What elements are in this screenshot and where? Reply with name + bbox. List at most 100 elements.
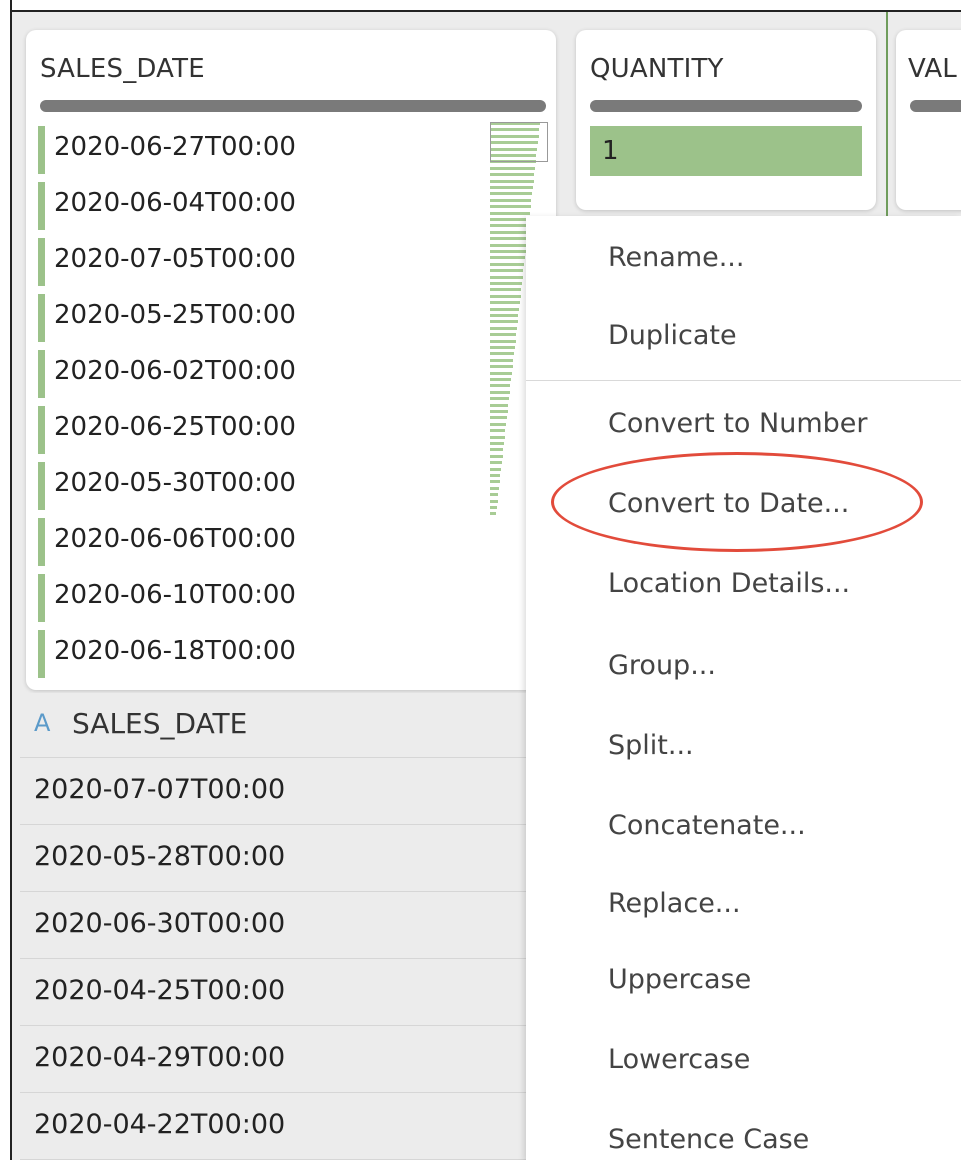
- sparkline-bar: [490, 506, 497, 509]
- table-cell: 2020-04-25T00:00: [34, 975, 286, 1006]
- table-row[interactable]: 2020-06-30T00:00: [20, 892, 526, 959]
- sparkline-bar: [490, 320, 518, 324]
- sales-date-column-card[interactable]: SALES_DATE 2020-06-27T00:00 2020-06-04T0…: [26, 30, 556, 690]
- sparkline-bar: [490, 186, 533, 189]
- sparkline-bar: [490, 371, 512, 375]
- menu-item-uppercase[interactable]: Uppercase: [608, 964, 751, 995]
- sparkline-bar: [490, 250, 526, 253]
- sparkline-bar: [490, 493, 499, 497]
- sparkline-bar: [490, 410, 508, 413]
- sparkline-bar: [490, 288, 522, 292]
- sparkline-bar: [490, 486, 499, 490]
- sparkline-bar: [490, 282, 522, 285]
- value-label: 2020-06-10T00:00: [54, 580, 296, 610]
- sparkline-bar: [490, 314, 519, 317]
- menu-item-convert-to-number[interactable]: Convert to Number: [608, 408, 868, 439]
- sparkline-bar: [490, 230, 528, 234]
- sparkline-bar: [490, 358, 514, 362]
- table-cell: 2020-06-30T00:00: [34, 908, 286, 939]
- sparkline-viewport-box[interactable]: [490, 122, 548, 162]
- table-row[interactable]: 2020-07-07T00:00: [20, 758, 526, 825]
- value-column-header[interactable]: VAL: [908, 54, 957, 84]
- data-grid-column-header[interactable]: A SALES_DATE: [20, 693, 526, 758]
- sparkline-bar: [490, 339, 516, 343]
- value-label: 2020-05-25T00:00: [54, 300, 296, 330]
- sparkline-bar: [490, 256, 525, 260]
- value-frequency-bar: [38, 126, 45, 174]
- sparkline-bar: [490, 454, 503, 458]
- menu-separator: [526, 380, 961, 381]
- sparkline-bar: [490, 198, 532, 202]
- sparkline-bar: [490, 224, 529, 228]
- menu-item-rename[interactable]: Rename...: [608, 242, 744, 273]
- sparkline-bar: [490, 294, 521, 298]
- column-context-menu: Rename... Duplicate Convert to Number Co…: [526, 216, 961, 1160]
- sparkline-bar: [490, 179, 534, 183]
- quantity-column-card[interactable]: QUANTITY 1: [576, 30, 876, 210]
- menu-item-location-details[interactable]: Location Details...: [608, 568, 850, 599]
- window-left-border: [0, 0, 12, 1160]
- table-cell: 2020-04-22T00:00: [34, 1109, 286, 1140]
- sparkline-bar: [490, 442, 504, 445]
- sparkline-bar: [490, 416, 507, 420]
- value-label: 2020-06-02T00:00: [54, 356, 296, 386]
- value-quality-bar: [910, 100, 961, 112]
- menu-item-replace[interactable]: Replace...: [608, 888, 741, 919]
- value-frequency-bar: [38, 294, 45, 342]
- sparkline-bar: [490, 346, 515, 349]
- sparkline-bar: [490, 499, 498, 503]
- sparkline-bar: [490, 384, 511, 388]
- value-frequency-bar: [38, 238, 45, 286]
- table-row[interactable]: 2020-05-28T00:00: [20, 825, 526, 892]
- sparkline-bar: [490, 269, 524, 273]
- menu-item-split[interactable]: Split...: [608, 730, 694, 761]
- sparkline-bar: [490, 422, 507, 426]
- value-frequency-bar: [38, 406, 45, 454]
- sparkline-bar: [490, 474, 501, 477]
- value-label: 2020-05-30T00:00: [54, 468, 296, 498]
- sparkline-bar: [490, 307, 520, 311]
- sparkline-bar: [490, 218, 530, 221]
- sales-date-column-header[interactable]: SALES_DATE: [40, 54, 205, 84]
- sparkline-bar: [490, 192, 533, 196]
- quantity-column-header[interactable]: QUANTITY: [590, 54, 724, 84]
- menu-item-lowercase[interactable]: Lowercase: [608, 1044, 750, 1075]
- menu-item-group[interactable]: Group...: [608, 650, 716, 681]
- table-row[interactable]: 2020-04-29T00:00: [20, 1026, 526, 1093]
- sparkline-bar: [490, 512, 497, 516]
- window-top-border: [0, 0, 961, 12]
- table-row[interactable]: 2020-04-25T00:00: [20, 959, 526, 1026]
- column-divider: [886, 12, 888, 222]
- sparkline-bar: [490, 262, 525, 266]
- sparkline-bar: [490, 467, 502, 471]
- table-cell: 2020-07-07T00:00: [34, 774, 286, 805]
- menu-item-sentence-case[interactable]: Sentence Case: [608, 1124, 809, 1155]
- value-label: 2020-06-25T00:00: [54, 412, 296, 442]
- menu-item-duplicate[interactable]: Duplicate: [608, 320, 737, 351]
- menu-item-concatenate[interactable]: Concatenate...: [608, 810, 806, 841]
- table-cell: 2020-05-28T00:00: [34, 841, 286, 872]
- table-cell: 2020-04-29T00:00: [34, 1042, 286, 1073]
- sparkline-bar: [490, 403, 509, 407]
- highlight-annotation-ellipse: [551, 452, 923, 552]
- sales-date-quality-bar: [40, 100, 546, 112]
- sparkline-bar: [490, 243, 527, 247]
- value-column-card[interactable]: VAL: [896, 30, 961, 210]
- sparkline-bar: [490, 275, 523, 279]
- sparkline-bar: [490, 211, 530, 215]
- value-label: 2020-07-05T00:00: [54, 244, 296, 274]
- sparkline-bar: [490, 429, 506, 433]
- sparkline-bar: [490, 352, 515, 356]
- value-label: 2020-06-04T00:00: [54, 188, 296, 218]
- value-label: 2020-06-18T00:00: [54, 636, 296, 666]
- value-frequency-bar: [38, 462, 45, 510]
- data-grid-column-title: SALES_DATE: [72, 707, 248, 740]
- sparkline-bar: [490, 173, 535, 177]
- sparkline-bar: [490, 448, 504, 452]
- sparkline-bar: [490, 166, 535, 170]
- quantity-value-bar[interactable]: 1: [590, 126, 862, 176]
- value-frequency-bar: [38, 518, 45, 566]
- table-row[interactable]: 2020-04-22T00:00: [20, 1093, 526, 1160]
- sparkline-bar: [490, 205, 531, 209]
- text-type-icon: A: [34, 709, 51, 737]
